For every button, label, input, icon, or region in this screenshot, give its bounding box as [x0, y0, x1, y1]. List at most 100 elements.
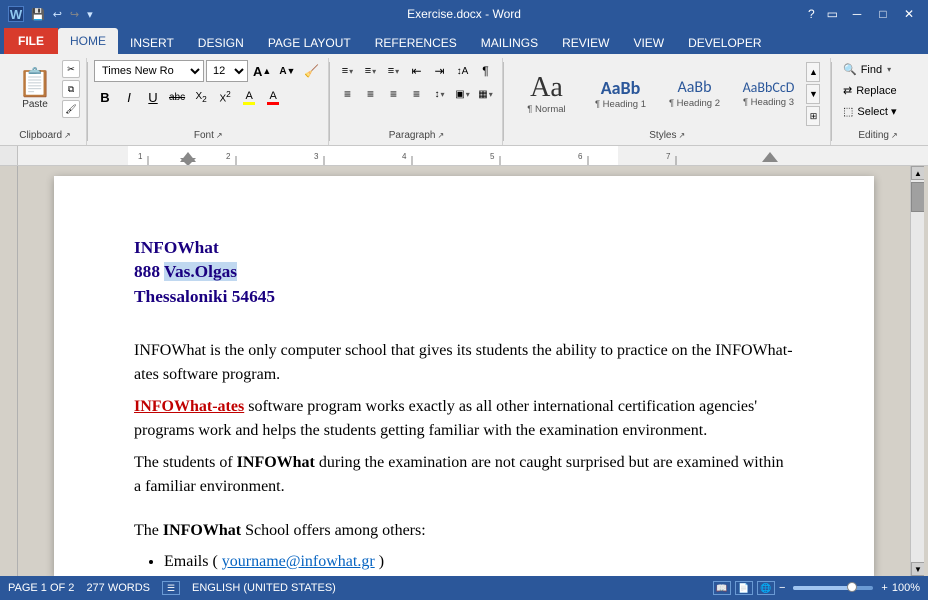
- para-row2: ≡ ≡ ≡ ≡ ↕▾ ▣▾ ▦▾: [336, 83, 496, 105]
- zoom-in-button[interactable]: +: [881, 582, 887, 594]
- paste-button[interactable]: 📋 Paste: [10, 60, 60, 118]
- font-name-select[interactable]: Times New Ro: [94, 60, 204, 82]
- zoom-out-button[interactable]: −: [779, 582, 785, 594]
- align-right-button[interactable]: ≡: [382, 83, 404, 105]
- tab-page-layout[interactable]: PAGE LAYOUT: [256, 32, 363, 54]
- customize-qat-button[interactable]: ▾: [84, 8, 96, 21]
- save-button[interactable]: 💾: [28, 8, 48, 21]
- tab-design[interactable]: DESIGN: [186, 32, 256, 54]
- track-changes-icon[interactable]: ☰: [162, 581, 180, 595]
- subscript-button[interactable]: X2: [190, 86, 212, 108]
- italic-button[interactable]: I: [118, 86, 140, 108]
- style-heading3[interactable]: AaBbCcD ¶ Heading 3: [732, 60, 804, 128]
- strikethrough-button[interactable]: abc: [166, 86, 188, 108]
- document-page[interactable]: INFOWhat 888 Vas.Olgas Thessaloniki 5464…: [54, 176, 874, 576]
- web-layout-icon[interactable]: 🌐: [757, 581, 775, 595]
- tab-developer[interactable]: DEVELOPER: [676, 32, 773, 54]
- email-link[interactable]: yourname@infowhat.gr: [222, 553, 375, 570]
- clipboard-group: 📋 Paste ✂ ⧉ 🖌 Clipboard ↗: [4, 58, 87, 145]
- tab-references[interactable]: REFERENCES: [363, 32, 469, 54]
- scroll-track[interactable]: [911, 212, 924, 562]
- scroll-up-button[interactable]: ▲: [911, 166, 925, 180]
- tab-review[interactable]: REVIEW: [550, 32, 621, 54]
- grow-font-button[interactable]: A ▲: [250, 60, 274, 82]
- styles-scroll-up[interactable]: ▲: [806, 62, 820, 82]
- styles-launcher[interactable]: ↗: [679, 131, 686, 140]
- address-block: INFOWhat 888 Vas.Olgas Thessaloniki 5464…: [134, 236, 794, 309]
- read-mode-icon[interactable]: 📖: [713, 581, 731, 595]
- multilevel-list-button[interactable]: ≡▾: [382, 60, 404, 82]
- tab-file[interactable]: FILE: [4, 28, 58, 54]
- find-button[interactable]: 🔍 Find ▾: [838, 60, 918, 79]
- replace-button[interactable]: ⇄ Replace: [838, 81, 918, 100]
- help-button[interactable]: ?: [804, 7, 819, 21]
- tab-home[interactable]: HOME: [58, 28, 118, 54]
- underline-button[interactable]: U: [142, 86, 164, 108]
- highlighted-name: Vas.Olgas: [164, 262, 237, 281]
- justify-button[interactable]: ≡: [405, 83, 427, 105]
- scroll-thumb[interactable]: [911, 182, 925, 212]
- superscript-button[interactable]: X2: [214, 86, 236, 108]
- sort-icon: ↕A: [457, 66, 469, 77]
- font-size-select[interactable]: 12: [206, 60, 248, 82]
- style-normal[interactable]: Aa ¶ Normal: [510, 60, 582, 128]
- ribbon-toggle-button[interactable]: ▭: [823, 7, 842, 21]
- address-line: 888 Vas.Olgas: [134, 260, 794, 284]
- undo-button[interactable]: ↩: [50, 8, 65, 21]
- text-highlight-button[interactable]: A: [238, 86, 260, 108]
- close-button[interactable]: ✕: [898, 6, 920, 22]
- restore-button[interactable]: □: [872, 6, 894, 22]
- paragraph-1: INFOWhat is the only computer school tha…: [134, 339, 794, 387]
- zoom-level: 100%: [892, 582, 920, 594]
- vertical-scrollbar[interactable]: ▲ ▼: [910, 166, 924, 576]
- clear-format-button[interactable]: 🧹: [300, 60, 322, 82]
- format-painter-button[interactable]: 🖌: [62, 100, 80, 118]
- border-button[interactable]: ▦▾: [474, 83, 496, 105]
- cut-button[interactable]: ✂: [62, 60, 80, 78]
- editing-launcher[interactable]: ↗: [891, 131, 898, 140]
- bullet-list-button[interactable]: ≡▾: [336, 60, 358, 82]
- sort-button[interactable]: ↕A: [451, 60, 473, 82]
- bold-button[interactable]: B: [94, 86, 116, 108]
- shading-button[interactable]: ▣▾: [451, 83, 473, 105]
- line-spacing-button[interactable]: ↕▾: [428, 83, 450, 105]
- select-button[interactable]: ⬚ Select ▾: [838, 102, 918, 121]
- font-launcher[interactable]: ↗: [216, 131, 223, 140]
- copy-button[interactable]: ⧉: [62, 80, 80, 98]
- scroll-down-button[interactable]: ▼: [911, 562, 925, 576]
- style-heading2[interactable]: AaBb ¶ Heading 2: [658, 60, 730, 128]
- style-heading1[interactable]: AaBb ¶ Heading 1: [584, 60, 656, 128]
- justify-icon: ≡: [413, 87, 420, 101]
- styles-more-button[interactable]: ⊞: [806, 106, 820, 126]
- show-hide-button[interactable]: ¶: [474, 60, 496, 82]
- paragraph-2: INFOWhat-ates software program works exa…: [134, 395, 794, 443]
- increase-indent-button[interactable]: ⇥: [428, 60, 450, 82]
- word-app-icon[interactable]: W: [8, 6, 24, 22]
- clipboard-launcher[interactable]: ↗: [64, 131, 71, 140]
- redo-button[interactable]: ↪: [67, 8, 82, 21]
- minimize-button[interactable]: ─: [846, 6, 868, 22]
- para-row1: ≡▾ ≡▾ ≡▾ ⇤ ⇥ ↕A ¶: [336, 60, 496, 82]
- align-center-icon: ≡: [367, 87, 374, 101]
- document-body: INFOWhat is the only computer school tha…: [134, 339, 794, 499]
- tab-mailings[interactable]: MAILINGS: [469, 32, 550, 54]
- document-area[interactable]: INFOWhat 888 Vas.Olgas Thessaloniki 5464…: [18, 166, 910, 576]
- numbered-list-button[interactable]: ≡▾: [359, 60, 381, 82]
- tab-insert[interactable]: INSERT: [118, 32, 186, 54]
- print-layout-icon[interactable]: 📄: [735, 581, 753, 595]
- title-bar-left: W 💾 ↩ ↪ ▾: [8, 6, 96, 22]
- quick-access-toolbar: 💾 ↩ ↪ ▾: [28, 8, 96, 21]
- align-center-button[interactable]: ≡: [359, 83, 381, 105]
- styles-scroll-down[interactable]: ▼: [806, 84, 820, 104]
- shrink-font-button[interactable]: A ▼: [276, 60, 298, 82]
- paragraph-launcher[interactable]: ↗: [437, 131, 444, 140]
- styles-group: Aa ¶ Normal AaBb ¶ Heading 1 AaBb ¶ Head…: [504, 58, 831, 145]
- list-item-email: Emails ( yourname@infowhat.gr ): [164, 551, 794, 573]
- normal-preview: Aa: [530, 74, 563, 102]
- zoom-slider[interactable]: [793, 586, 873, 590]
- decrease-indent-button[interactable]: ⇤: [405, 60, 427, 82]
- h1-label: ¶ Heading 1: [595, 99, 646, 110]
- font-color-button[interactable]: A: [262, 86, 284, 108]
- align-left-button[interactable]: ≡: [336, 83, 358, 105]
- tab-view[interactable]: VIEW: [621, 32, 676, 54]
